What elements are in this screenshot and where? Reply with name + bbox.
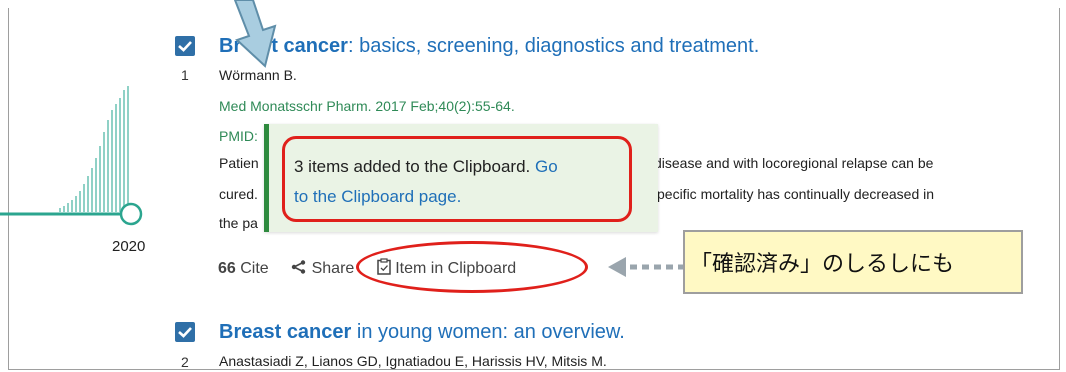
result-1-number: 1 (181, 67, 189, 83)
result-2-authors: Anastasiadi Z, Lianos GD, Ignatiadou E, … (219, 353, 607, 369)
result-1-checkbox[interactable] (175, 36, 195, 56)
timeline-slider-handle[interactable] (119, 202, 143, 226)
annotation-highlight-clipboard (356, 241, 588, 293)
pointer-arrow-icon (233, 0, 277, 68)
cite-label: Cite (240, 260, 269, 277)
result-1-snippet-line2-end: specific mortality has continually decre… (650, 186, 935, 202)
timeline-bars (59, 86, 129, 212)
result-1-pmid: PMID: (219, 128, 258, 144)
quote-icon: 66 (218, 260, 236, 277)
timeline-chart[interactable] (0, 60, 150, 260)
result-1-snippet-line3-start: the pa (219, 215, 258, 231)
result-1-citation: Med Monatsschr Pharm. 2017 Feb;40(2):55-… (219, 98, 515, 114)
checkmark-icon (178, 41, 192, 52)
result-2-number: 2 (181, 354, 189, 370)
result-1-title-link[interactable]: Br t cancer: basics, screening, diagnosti… (219, 35, 759, 58)
result-2-title-rest: in young women: an overview. (351, 321, 625, 343)
share-icon (291, 260, 306, 274)
annotation-callout-text: 「確認済み」のしるしにも (690, 251, 955, 276)
annotation-highlight-toast (282, 136, 632, 222)
result-1-title-rest: : basics, screening, diagnostics and tre… (347, 35, 760, 57)
result-2-checkbox[interactable] (175, 322, 195, 342)
result-1-snippet-line2-start: cured. (219, 186, 258, 202)
result-2-title-bold: Breast cancer (219, 321, 352, 343)
share-label: Share (311, 260, 355, 277)
result-2-title-link[interactable]: Breast cancer in young women: an overvie… (219, 321, 625, 344)
timeline-year-label: 2020 (112, 238, 146, 255)
result-1-snippet-line1-start: Patien (219, 155, 259, 171)
cite-button[interactable]: 66 Cite (218, 260, 269, 278)
result-1-snippet-line1-end: disease and with locoregional relapse ca… (654, 155, 934, 171)
dotted-arrow-icon (608, 257, 684, 277)
checkmark-icon (178, 327, 192, 338)
share-button[interactable]: Share (291, 260, 354, 278)
